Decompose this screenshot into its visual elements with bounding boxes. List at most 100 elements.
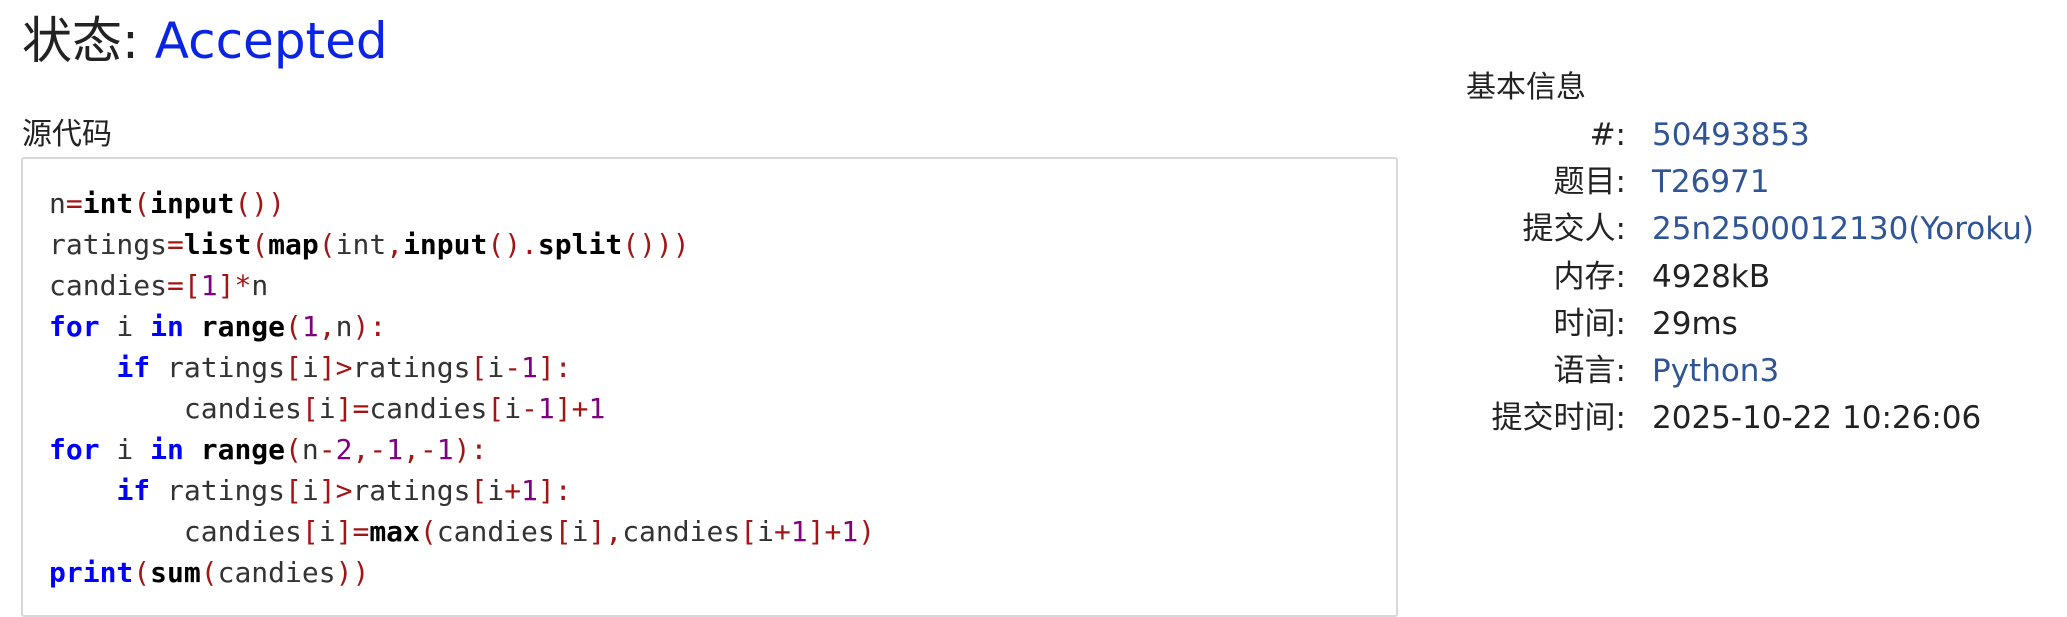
- code-token: (: [285, 433, 302, 466]
- code-token: ]=: [335, 515, 370, 548]
- code-token: if: [116, 351, 151, 384]
- code-token: i: [487, 351, 505, 384]
- code-token: candies: [622, 515, 741, 548]
- info-row: 时间: 29ms: [1460, 301, 2034, 348]
- code-token: ]=: [335, 392, 370, 425]
- info-key: 提交人:: [1522, 211, 1626, 248]
- info-value-link[interactable]: T26971: [1652, 159, 2034, 206]
- status-label: 状态:: [22, 12, 155, 70]
- info-key: 提交时间:: [1491, 400, 1626, 437]
- code-token: [: [740, 515, 758, 548]
- code-token: -: [504, 351, 522, 384]
- code-token: ]+: [807, 515, 842, 548]
- code-token: i: [301, 474, 319, 507]
- info-value: 4928kB: [1652, 258, 1771, 295]
- code-token: int: [82, 187, 134, 220]
- code-token: for: [49, 310, 100, 343]
- code-token: i: [99, 433, 151, 466]
- code-token: 1: [301, 310, 319, 343]
- code-token: sum: [150, 556, 201, 589]
- code-token: i: [504, 392, 522, 425]
- code-token: ]*: [217, 269, 252, 302]
- code-token: 1: [521, 474, 538, 507]
- code-token: i: [571, 515, 589, 548]
- code-token: n: [301, 433, 319, 466]
- info-value: 29ms: [1652, 305, 1738, 342]
- code-token: ):: [352, 310, 387, 343]
- info-key: 内存:: [1553, 258, 1626, 295]
- code-token: i: [99, 310, 151, 343]
- info-row: #: 50493853: [1460, 112, 2034, 159]
- info-row: 提交人: 25n2500012130(Yoroku): [1460, 206, 2034, 253]
- source-code-label: 源代码: [22, 117, 112, 152]
- code-token: ratings: [150, 351, 286, 384]
- code-token: ,-: [403, 433, 437, 466]
- code-token: n: [251, 269, 269, 302]
- code-token: candies: [49, 269, 168, 302]
- code-token: ())): [622, 228, 690, 261]
- code-token: 1: [200, 269, 218, 302]
- code-line: print(sum(candies)): [49, 556, 369, 589]
- code-token: ratings: [352, 351, 471, 384]
- code-token: ):: [453, 433, 488, 466]
- code-token: (: [285, 310, 302, 343]
- code-token: +: [504, 474, 522, 507]
- info-row: 题目: T26971: [1460, 159, 2034, 206]
- code-token: for: [49, 433, 100, 466]
- code-token: [: [301, 515, 319, 548]
- code-token: ()): [234, 187, 286, 220]
- status-accepted: Accepted: [154, 12, 388, 70]
- code-token: [: [554, 515, 572, 548]
- info-key: 时间:: [1553, 305, 1626, 342]
- code-token: +: [773, 515, 791, 548]
- code-token: ]:: [537, 474, 572, 507]
- code-token: i: [301, 351, 319, 384]
- info-key: #:: [1589, 117, 1626, 154]
- code-line: for i in range(1,n):: [49, 310, 386, 343]
- code-token: candies: [436, 515, 555, 548]
- code-token: (: [133, 187, 151, 220]
- info-key: 题目:: [1553, 164, 1626, 201]
- source-code-box: n=int(input()) ratings=list(map(int,inpu…: [21, 157, 1398, 617]
- code-token: ,: [318, 310, 336, 343]
- code-token: ratings: [49, 228, 168, 261]
- code-token: (: [419, 515, 437, 548]
- code-token: 1: [790, 515, 808, 548]
- info-value-link[interactable]: Python3: [1652, 348, 2034, 395]
- code-token: candies: [49, 515, 302, 548]
- code-token: i: [318, 392, 336, 425]
- status-heading: 状态: Accepted: [22, 6, 388, 76]
- code-token: map: [268, 228, 319, 261]
- code-token: input: [150, 187, 235, 220]
- code-token: in: [150, 310, 184, 343]
- code-token: (: [200, 556, 218, 589]
- code-token: (: [251, 228, 269, 261]
- code-token: 1: [588, 392, 606, 425]
- code-token: )): [335, 556, 370, 589]
- code-token: ]>: [318, 474, 353, 507]
- code-token: i: [487, 474, 505, 507]
- code-token: candies: [217, 556, 336, 589]
- info-row: 提交时间: 2025-10-22 10:26:06: [1460, 395, 2034, 442]
- code-token: ratings: [150, 474, 286, 507]
- info-value-link[interactable]: 25n2500012130(Yoroku): [1652, 206, 2034, 253]
- code-token: [: [470, 474, 488, 507]
- code-token: candies: [49, 392, 302, 425]
- code-token: 1: [841, 515, 859, 548]
- code-token: range: [200, 433, 286, 466]
- code-line: ratings=list(map(int,input().split())): [49, 228, 690, 261]
- code-token: 1: [537, 392, 555, 425]
- source-code: n=int(input()) ratings=list(map(int,inpu…: [49, 183, 875, 593]
- code-token: split: [537, 228, 623, 261]
- code-token: ,-: [352, 433, 387, 466]
- code-token: =: [167, 228, 184, 261]
- info-value-link[interactable]: 50493853: [1652, 112, 2034, 159]
- code-token: list: [183, 228, 252, 261]
- code-line: for i in range(n-2,-1,-1):: [49, 433, 487, 466]
- info-value: 2025-10-22 10:26:06: [1652, 400, 1982, 437]
- code-token: 1: [521, 351, 538, 384]
- code-token: ().: [487, 228, 538, 261]
